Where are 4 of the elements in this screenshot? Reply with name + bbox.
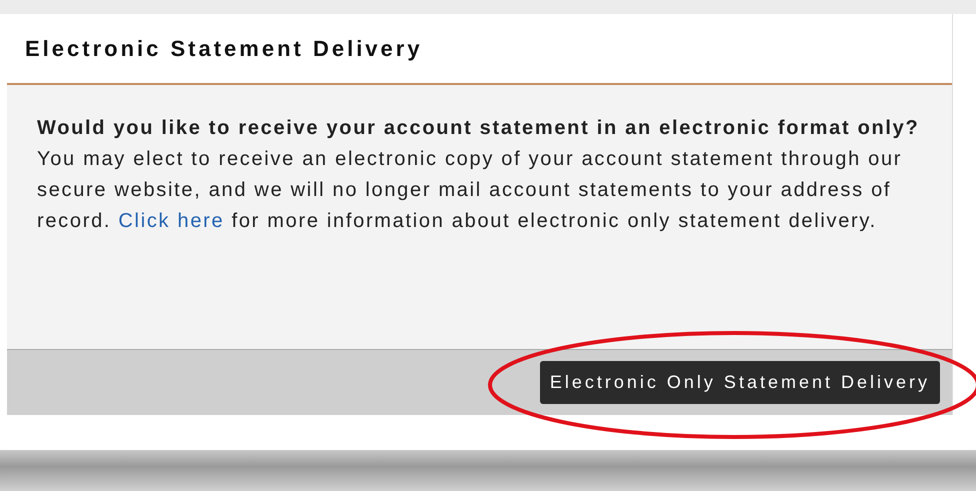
electronic-only-button[interactable]: Electronic Only Statement Delivery	[540, 361, 940, 404]
dialog-title: Electronic Statement Delivery	[25, 36, 423, 62]
more-info-link[interactable]: Click here	[118, 210, 224, 232]
message-text: Would you like to receive your account statement in an electronic format only? You may elect to receive an electronic copy of your account statement through our secure website, and we will no longer mail account statements to your address of record. Click here for more information about electronic only statement delivery.	[37, 116, 920, 234]
